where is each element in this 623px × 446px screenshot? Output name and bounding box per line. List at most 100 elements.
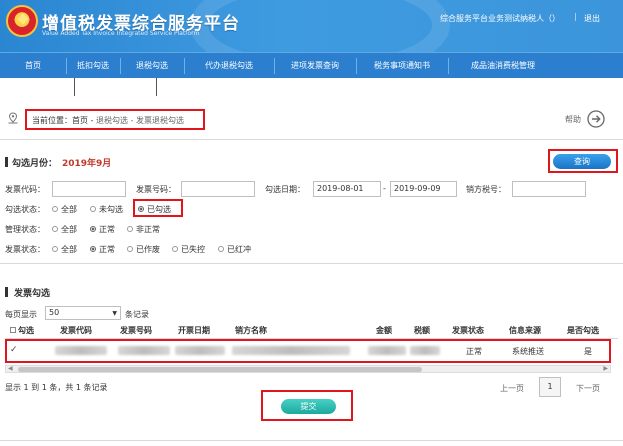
invoice-status-red-reversed-radio[interactable]: 已红冲 — [218, 244, 251, 255]
section-marker — [5, 157, 8, 167]
current-user: 综合服务平台业务测试纳税人（） — [440, 14, 560, 23]
manage-status-abnormal-radio[interactable]: 非正常 — [127, 224, 160, 235]
nav-item-home[interactable]: 首页 — [0, 53, 66, 79]
breadcrumb-current: 当前位置：首页 - — [32, 116, 96, 125]
invoice-status-label: 发票状态： — [5, 245, 45, 254]
column-header-seller-name: 销方名称 — [235, 326, 267, 335]
row-invoice-status: 正常 — [466, 347, 482, 356]
radio-label: 已红冲 — [227, 245, 251, 254]
column-header-invoice-number: 发票号码 — [120, 326, 152, 335]
radio-circle-icon — [127, 226, 133, 232]
nav-item-agent-refund-check[interactable]: 代办退税勾选 — [184, 53, 274, 79]
site-subtitle: Value Added Tax Invoice Integrated Servi… — [42, 30, 200, 37]
invoice-status-normal-radio[interactable]: 正常 — [90, 244, 115, 255]
invoice-status-lost-control-radio[interactable]: 已失控 — [172, 244, 205, 255]
check-month-value: 2019年9月 — [62, 159, 112, 169]
manage-status-all-radio[interactable]: 全部 — [52, 224, 77, 235]
prev-page-button[interactable]: 上一页 — [500, 383, 524, 394]
radio-label: 已作废 — [136, 245, 160, 254]
redacted-invoice-code — [55, 346, 107, 355]
nav-item-oil-tax-management[interactable]: 成品油消费税管理 — [448, 53, 558, 79]
check-month-label: 勾选月份： — [12, 159, 58, 169]
invoice-check-title: 发票勾选 — [14, 289, 51, 299]
radio-circle-icon — [90, 206, 96, 212]
manage-status-label: 管理状态： — [5, 225, 45, 234]
redacted-tax-amount — [410, 346, 440, 355]
radio-label: 非正常 — [136, 225, 160, 234]
check-status-unchecked-radio[interactable]: 未勾选 — [90, 204, 123, 215]
submit-button[interactable]: 提交 — [281, 399, 336, 414]
invoice-status-all-radio[interactable]: 全部 — [52, 244, 77, 255]
invoice-code-label: 发票代码： — [5, 185, 45, 194]
breadcrumb: 当前位置：首页 - 退税勾选 - 发票退税勾选 — [25, 109, 205, 130]
row-checkbox[interactable]: ✓ — [10, 345, 18, 355]
logout-link[interactable]: 退出 — [584, 13, 600, 24]
header-separator: | — [574, 12, 577, 21]
invoice-number-label: 发票号码： — [136, 185, 176, 194]
per-page-suffix: 条记录 — [125, 310, 149, 319]
scroll-right-icon[interactable]: ▶ — [603, 365, 608, 372]
manage-status-normal-radio[interactable]: 正常 — [90, 224, 115, 235]
divider — [0, 263, 623, 264]
invoice-number-input[interactable] — [181, 181, 255, 197]
radio-selected-icon — [90, 246, 96, 252]
nav-item-tax-notice[interactable]: 税务事项通知书 — [356, 53, 448, 79]
pagination-summary: 显示 1 到 1 条，共 1 条记录 — [5, 383, 108, 392]
radio-label: 正常 — [99, 225, 115, 234]
select-all-checkbox[interactable] — [10, 327, 16, 333]
radio-selected-icon — [138, 206, 144, 212]
radio-label: 正常 — [99, 245, 115, 254]
column-header-amount: 金额 — [376, 326, 392, 335]
breadcrumb-trail: 退税勾选 - 发票退税勾选 — [95, 116, 184, 125]
next-page-button[interactable]: 下一页 — [576, 383, 600, 394]
check-status-all-radio[interactable]: 全部 — [52, 204, 77, 215]
radio-circle-icon — [52, 206, 58, 212]
current-page-button[interactable]: 1 — [539, 377, 561, 397]
nav-item-input-invoice-query[interactable]: 进项发票查询 — [274, 53, 356, 79]
date-end-input[interactable]: 2019-09-09 — [390, 181, 457, 197]
radio-circle-icon — [172, 246, 178, 252]
arrow-right-circle-icon[interactable] — [587, 110, 605, 128]
breadcrumb-row: 当前位置：首页 - 退税勾选 - 发票退税勾选 帮助 — [0, 103, 623, 131]
scrollbar-thumb[interactable] — [18, 367, 422, 372]
per-page-select[interactable]: 50 ▼ — [45, 306, 121, 320]
row-is-checked: 是 — [584, 347, 592, 356]
radio-label: 已失控 — [181, 245, 205, 254]
national-emblem-icon — [6, 5, 38, 37]
check-status-label: 勾选状态： — [5, 205, 45, 214]
radio-label: 全部 — [61, 225, 77, 234]
nav-dropdown-indicator — [74, 78, 75, 96]
radio-circle-icon — [127, 246, 133, 252]
horizontal-scrollbar[interactable]: ◀ ▶ — [5, 365, 611, 373]
redacted-seller-name — [232, 346, 350, 355]
divider — [0, 440, 623, 441]
per-page-value: 50 — [49, 308, 60, 317]
location-icon — [8, 112, 18, 124]
help-link[interactable]: 帮助 — [565, 114, 581, 125]
column-header-tax-amount: 税额 — [414, 326, 430, 335]
main-nav: 首页 抵扣勾选 退税勾选 代办退税勾选 进项发票查询 税务事项通知书 成品油消费… — [0, 52, 623, 78]
radio-label: 已勾选 — [147, 205, 171, 214]
column-header-is-checked: 是否勾选 — [567, 326, 599, 335]
column-header-check[interactable]: 勾选 — [10, 325, 34, 336]
column-header-info-source: 信息来源 — [509, 326, 541, 335]
seller-tax-id-input[interactable] — [512, 181, 586, 197]
column-header-invoice-status: 发票状态 — [452, 326, 484, 335]
invoice-code-input[interactable] — [52, 181, 126, 197]
scroll-left-icon[interactable]: ◀ — [8, 365, 13, 372]
date-start-input[interactable]: 2019-08-01 — [313, 181, 381, 197]
query-button[interactable]: 查询 — [553, 154, 611, 169]
check-status-checked-radio[interactable]: 已勾选 — [138, 204, 171, 215]
radio-circle-icon — [52, 246, 58, 252]
column-header-label: 勾选 — [18, 326, 34, 335]
nav-item-deduction-check[interactable]: 抵扣勾选 — [66, 53, 120, 79]
radio-label: 未勾选 — [99, 205, 123, 214]
radio-circle-icon — [52, 226, 58, 232]
divider — [0, 139, 623, 140]
redacted-issue-date — [175, 346, 225, 355]
section-marker — [5, 287, 8, 297]
date-range-separator: - — [383, 184, 386, 193]
invoice-status-void-radio[interactable]: 已作废 — [127, 244, 160, 255]
nav-item-refund-check[interactable]: 退税勾选 — [120, 53, 184, 79]
column-header-invoice-code: 发票代码 — [60, 326, 92, 335]
